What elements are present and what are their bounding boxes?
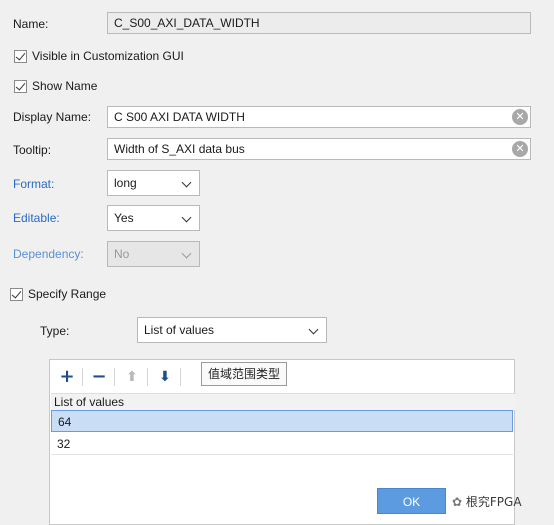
name-label: Name:	[13, 17, 49, 31]
format-label: Format:	[13, 177, 55, 191]
plus-icon[interactable]: +	[56, 366, 78, 388]
name-field[interactable]: C_S00_AXI_DATA_WIDTH	[107, 12, 531, 34]
values-table-header: List of values	[51, 393, 516, 411]
tooltip-label: Tooltip:	[13, 143, 52, 157]
clear-display-name-icon[interactable]: ✕	[512, 109, 528, 125]
display-name-label: Display Name:	[13, 110, 92, 124]
range-type-value: List of values	[144, 323, 215, 337]
clear-tooltip-icon[interactable]: ✕	[512, 141, 528, 157]
editable-value: Yes	[114, 211, 134, 225]
visible-in-gui-checkbox[interactable]	[14, 50, 27, 63]
show-name-checkbox[interactable]	[14, 80, 27, 93]
ok-button[interactable]: OK	[377, 488, 446, 514]
range-type-label: Type:	[40, 324, 70, 338]
tooltip-input[interactable]: Width of S_AXI data bus	[107, 138, 531, 160]
chevron-down-icon	[181, 177, 192, 188]
arrow-down-icon[interactable]: ⬇	[154, 366, 176, 388]
table-row[interactable]: 32	[51, 433, 513, 455]
display-name-input[interactable]: C S00 AXI DATA WIDTH	[107, 106, 531, 128]
chevron-down-icon	[308, 324, 319, 335]
chevron-down-icon	[181, 248, 192, 259]
editable-dropdown[interactable]: Yes	[107, 205, 200, 231]
chevron-down-icon	[181, 212, 192, 223]
watermark-logo: ✿ 根究FPGA	[452, 493, 522, 510]
specify-range-checkbox[interactable]	[10, 288, 23, 301]
hover-tooltip: 值域范围类型	[201, 362, 288, 386]
arrow-up-icon[interactable]: ⬆	[121, 366, 143, 388]
toolbar-divider	[180, 368, 181, 386]
editable-label: Editable:	[13, 211, 60, 225]
toolbar-divider	[114, 368, 115, 386]
dependency-label: Dependency:	[13, 247, 84, 261]
minus-icon[interactable]: −	[88, 366, 110, 388]
toolbar-divider	[82, 368, 83, 386]
toolbar-divider	[147, 368, 148, 386]
dependency-value: No	[114, 247, 130, 261]
format-value: long	[114, 176, 137, 190]
table-row[interactable]: 64	[51, 410, 513, 432]
wechat-icon: ✿	[452, 495, 463, 509]
range-type-dropdown[interactable]: List of values	[137, 317, 327, 343]
format-dropdown[interactable]: long	[107, 170, 200, 196]
watermark-text: 根究FPGA	[465, 495, 522, 509]
dependency-dropdown: No	[107, 241, 200, 267]
specify-range-label: Specify Range	[28, 287, 107, 301]
show-name-label: Show Name	[32, 79, 98, 93]
visible-in-gui-label: Visible in Customization GUI	[32, 49, 184, 63]
